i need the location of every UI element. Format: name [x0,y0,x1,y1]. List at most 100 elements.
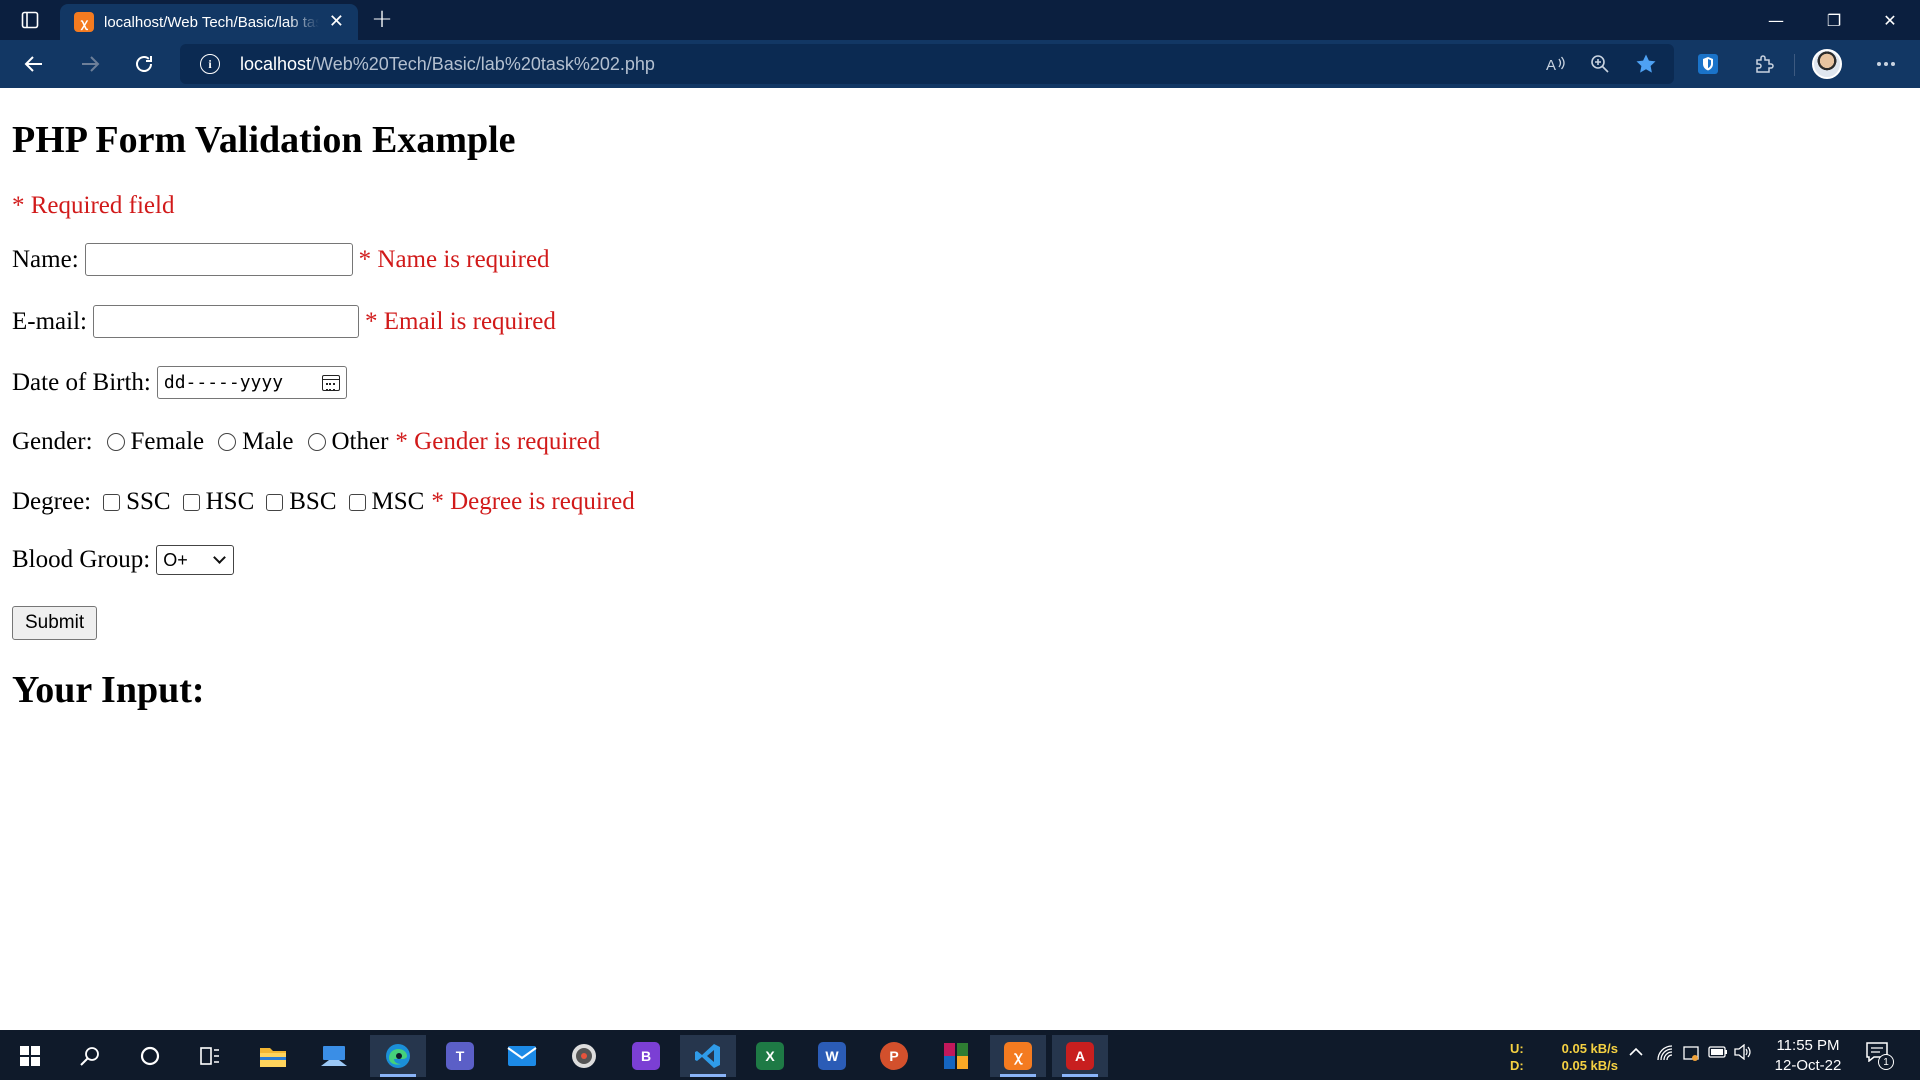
brave-icon[interactable]: B [618,1035,674,1077]
more-options-icon[interactable] [1870,48,1902,80]
name-row: Name: * Name is required [12,243,550,276]
word-icon[interactable]: W [804,1035,860,1077]
profile-avatar[interactable] [1812,49,1842,79]
excel-icon[interactable]: X [742,1035,798,1077]
wifi-icon[interactable] [1656,1044,1674,1067]
extensions-puzzle-icon[interactable] [1748,48,1780,80]
back-arrow-icon[interactable] [18,48,50,80]
url-text[interactable]: localhost/Web%20Tech/Basic/lab%20task%20… [240,54,655,75]
gender-female-radio[interactable] [106,433,125,451]
blood-group-select[interactable]: O+ [156,545,235,575]
upload-label: U: [1510,1041,1524,1056]
teams-icon[interactable]: T [432,1035,488,1077]
notification-badge: 1 [1878,1054,1894,1070]
vscode-icon[interactable] [680,1035,736,1077]
media-player-icon[interactable] [556,1035,612,1077]
xampp-icon[interactable]: ꭓ [990,1035,1046,1077]
file-explorer-icon[interactable] [245,1035,301,1077]
refresh-icon[interactable] [128,48,160,80]
volume-icon[interactable] [1734,1043,1752,1065]
clock-time: 11:55 PM [1776,1037,1840,1054]
powerpoint-icon[interactable]: P [866,1035,922,1077]
degree-error: * Degree is required [431,488,635,515]
page-title: PHP Form Validation Example [12,119,516,161]
degree-msc-label: MSC [371,488,425,515]
address-bar[interactable]: i localhost/Web%20Tech/Basic/lab%20task%… [180,44,1674,84]
degree-hsc-label: HSC [205,488,255,515]
search-icon[interactable] [62,1035,118,1077]
edge-icon[interactable] [370,1035,426,1077]
site-info-icon[interactable]: i [200,54,220,74]
clock[interactable]: 11:55 PM 12-Oct-22 [1770,1036,1846,1076]
windows-start-icon[interactable] [2,1035,58,1077]
gender-female-label: Female [130,428,205,455]
dob-label: Date of Birth: [12,368,151,396]
active-app-indicator [380,1074,416,1077]
mail-icon[interactable] [494,1035,550,1077]
svg-text:A: A [1546,57,1556,73]
browser-toolbar: i localhost/Web%20Tech/Basic/lab%20task%… [0,40,1920,88]
winrar-icon[interactable] [928,1035,984,1077]
task-view-icon[interactable] [182,1035,238,1077]
gender-error: * Gender is required [395,428,601,455]
gender-label: Gender: [12,428,93,455]
battery-icon[interactable] [1708,1044,1728,1064]
active-app-indicator [690,1074,726,1077]
gender-male-label: Male [242,428,294,455]
shield-extension-icon[interactable] [1692,48,1724,80]
gender-other-radio[interactable] [307,433,326,451]
new-tab-button[interactable]: + [368,6,396,34]
zoom-icon[interactable] [1584,48,1616,80]
chevron-down-icon [213,551,227,564]
dob-placeholder: dd-----yyyy [163,372,284,393]
tab-close-icon[interactable]: ✕ [329,13,344,31]
url-path: /Web%20Tech/Basic/lab%20task%202.php [311,53,655,74]
email-input[interactable] [92,305,359,338]
degree-bsc-checkbox[interactable] [266,493,284,511]
remote-desktop-icon[interactable] [306,1035,362,1077]
gender-other-label: Other [331,428,389,455]
blood-group-row: Blood Group: O+ [12,545,235,575]
gender-male-radio[interactable] [218,433,237,451]
clock-date: 12-Oct-22 [1774,1057,1842,1074]
forward-arrow-icon[interactable] [74,48,106,80]
degree-hsc-checkbox[interactable] [182,493,200,511]
network-speed-values: 0.05 kB/s 0.05 kB/s [1560,1040,1618,1074]
url-host: localhost [240,53,312,74]
degree-bsc-label: BSC [289,488,337,515]
tab-actions-icon[interactable] [14,8,46,32]
download-label: D: [1510,1058,1524,1073]
browser-tab[interactable]: ꭓ localhost/Web Tech/Basic/lab task 2.ph… [60,4,358,40]
degree-ssc-checkbox[interactable] [103,493,121,511]
degree-msc-checkbox[interactable] [348,493,366,511]
close-window-button[interactable]: ✕ [1862,0,1918,40]
upload-speed: 0.05 kB/s [1561,1041,1618,1056]
browser-titlebar: ꭓ localhost/Web Tech/Basic/lab task 2.ph… [0,0,1920,40]
email-label: E-mail: [12,307,87,335]
chevron-up-icon[interactable] [1628,1044,1644,1065]
xampp-icon: ꭓ [74,12,94,32]
name-input[interactable] [84,243,353,276]
toolbar-divider [1794,54,1795,76]
notification-icon[interactable]: 1 [1866,1042,1894,1070]
read-aloud-icon[interactable]: A [1540,48,1572,80]
minimize-button[interactable]: — [1748,0,1804,40]
email-row: E-mail: * Email is required [12,305,556,338]
name-error: * Name is required [358,245,550,273]
calendar-icon[interactable] [321,374,340,391]
acrobat-icon[interactable]: A [1052,1035,1108,1077]
name-label: Name: [12,245,79,273]
download-speed: 0.05 kB/s [1561,1058,1618,1073]
security-icon[interactable] [1682,1044,1700,1067]
email-error: * Email is required [364,307,556,335]
blood-group-value: O+ [163,549,188,570]
network-speed-labels: U: D: [1510,1040,1524,1074]
restore-button[interactable]: ❐ [1806,0,1862,40]
cortana-icon[interactable] [122,1035,178,1077]
submit-button[interactable]: Submit [12,606,98,640]
page-content: PHP Form Validation Example * Required f… [0,88,1920,1030]
dob-date-input[interactable]: dd-----yyyy [156,366,347,399]
favorite-star-icon[interactable] [1630,48,1662,80]
degree-ssc-label: SSC [126,488,171,515]
dob-row: Date of Birth: dd-----yyyy [12,366,347,399]
